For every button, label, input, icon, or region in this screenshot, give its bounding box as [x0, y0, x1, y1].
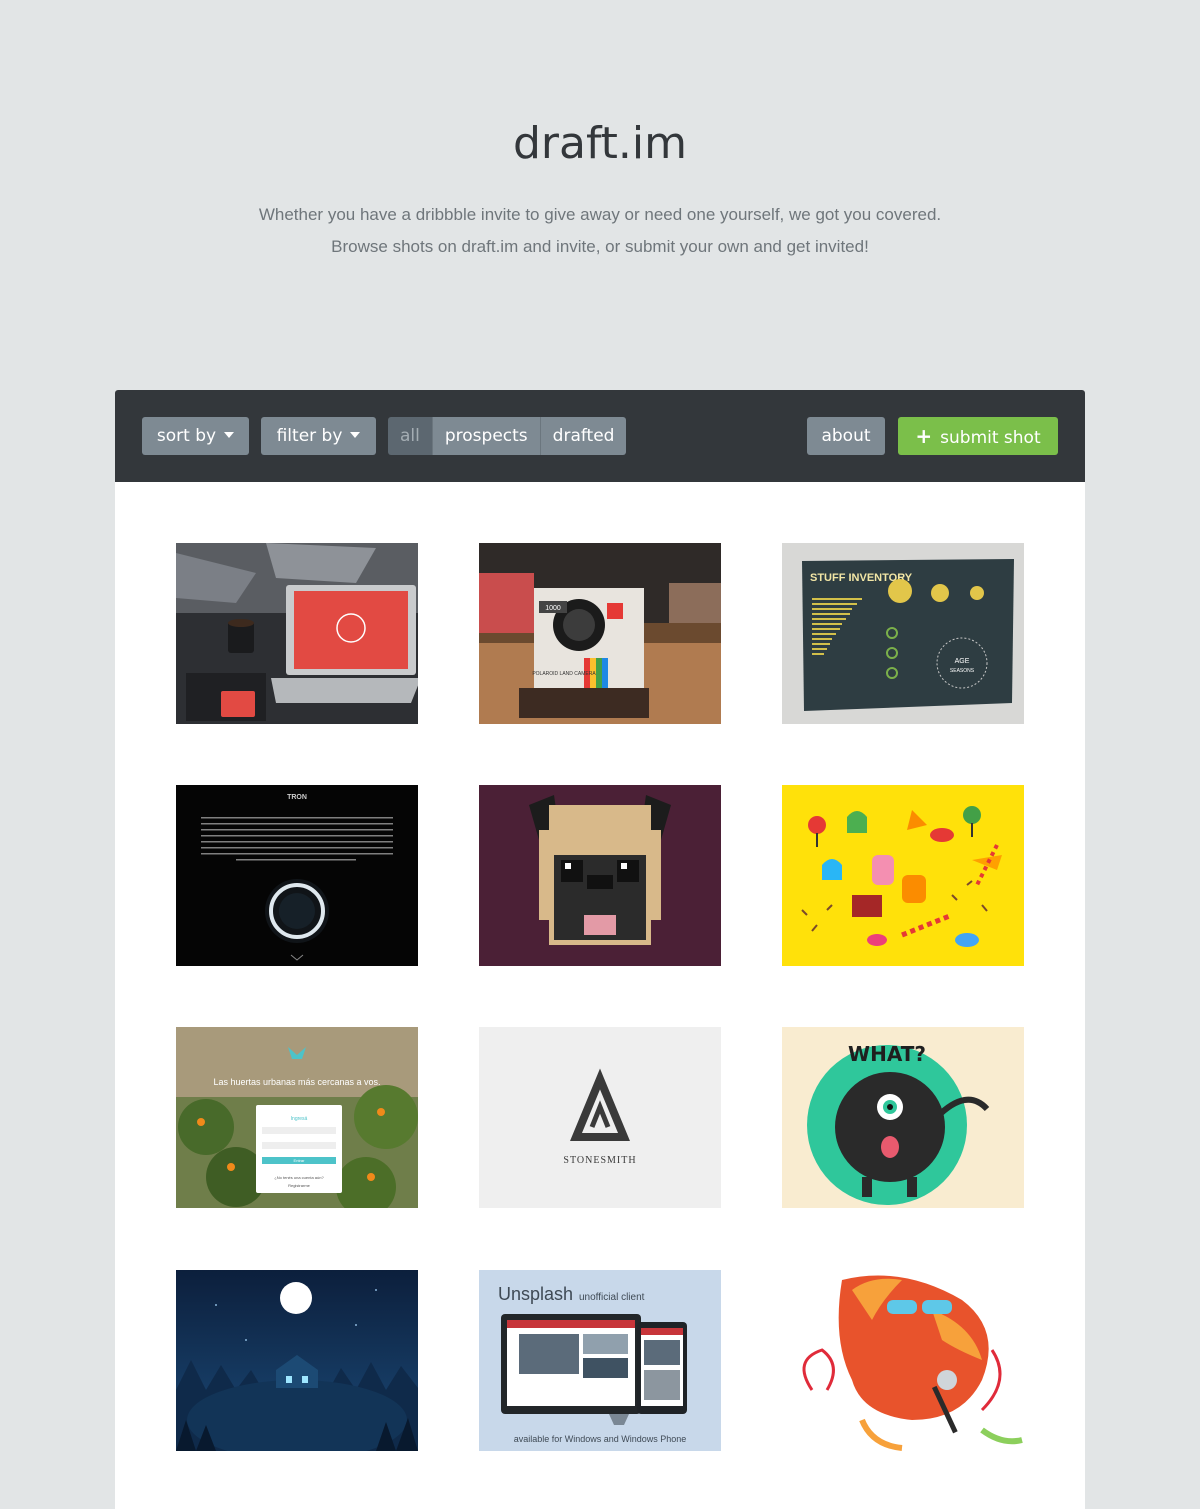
huertas-enter-button: Entrar	[294, 1158, 306, 1163]
shot-tron-image: TRON	[176, 785, 418, 966]
tagline-line-1: Whether you have a dribbble invite to gi…	[258, 205, 942, 224]
infographic-age-text: AGE	[955, 658, 970, 665]
stonesmith-wordmark: STONESMITH	[563, 1155, 636, 1166]
shot-night-image	[176, 1270, 418, 1451]
huertas-form-title: Ingresá	[291, 1116, 308, 1122]
shot-monster-image: WHAT?	[782, 1027, 1024, 1208]
sort-by-label: sort by	[156, 426, 217, 446]
shot-camera-image: 1000 POLAROID LAND CAMERA	[479, 543, 721, 724]
shot-huertas-image: Las huertas urbanas más cercanas a vos. …	[176, 1027, 418, 1208]
shot-dragon-singer[interactable]	[782, 1270, 1024, 1451]
huertas-heading: Las huertas urbanas más cercanas a vos.	[213, 1077, 380, 1087]
camera-model-text: 1000	[545, 605, 561, 612]
unsplash-subtitle: unofficial client	[579, 1292, 645, 1303]
status-segmented-control: all prospects drafted	[388, 417, 627, 455]
huertas-footer-text: ¿No tenés una cuenta aún?	[274, 1175, 324, 1180]
chevron-down-icon	[350, 431, 361, 438]
shot-laptop-image	[176, 543, 418, 724]
shot-laptop-workspace[interactable]	[176, 543, 418, 724]
about-button[interactable]: about	[807, 417, 885, 455]
unsplash-title: Unsplash	[498, 1284, 573, 1304]
segment-prospects[interactable]: prospects	[431, 417, 540, 455]
shot-pug-image	[479, 785, 721, 966]
shot-stuff-inventory[interactable]: STUFF INVENTORY AGE SEASONS	[782, 543, 1024, 724]
sort-by-dropdown[interactable]: sort by	[142, 417, 249, 455]
shot-stonesmith-image: STONESMITH	[479, 1027, 721, 1208]
segment-all[interactable]: all	[388, 417, 432, 455]
shot-infographic-image: STUFF INVENTORY AGE SEASONS	[782, 543, 1024, 724]
camera-name-text: POLAROID LAND CAMERA	[532, 671, 596, 677]
shot-pixel-pug[interactable]	[479, 785, 721, 966]
chevron-down-icon	[224, 431, 235, 438]
shot-unsplash-client[interactable]: Unsplash unofficial client available for…	[479, 1270, 721, 1451]
huertas-register-text: Registrarme	[288, 1183, 311, 1188]
tron-logo-text: TRON	[287, 794, 307, 801]
site-title: draft.im	[512, 118, 688, 169]
shot-unsplash-image: Unsplash unofficial client available for…	[479, 1270, 721, 1451]
shot-dragon-image	[782, 1270, 1024, 1451]
filter-by-label: filter by	[276, 426, 343, 446]
toolbar: sort by filter by all prospects drafted …	[115, 390, 1085, 482]
filter-by-dropdown[interactable]: filter by	[261, 417, 376, 455]
submit-shot-button[interactable]: + submit shot	[898, 417, 1058, 455]
shot-candy[interactable]	[782, 785, 1024, 966]
shot-candy-image	[782, 785, 1024, 966]
shot-night-house[interactable]	[176, 1270, 418, 1451]
unsplash-footer: available for Windows and Windows Phone	[514, 1434, 687, 1444]
shot-what-monster[interactable]: WHAT?	[782, 1027, 1024, 1208]
plus-icon: +	[915, 424, 933, 448]
infographic-seasons-text: SEASONS	[950, 668, 975, 674]
shot-stonesmith[interactable]: STONESMITH	[479, 1027, 721, 1208]
shot-huertas-urbanas[interactable]: Las huertas urbanas más cercanas a vos. …	[176, 1027, 418, 1208]
shot-tron-legacy[interactable]: TRON	[176, 785, 418, 966]
segment-drafted[interactable]: drafted	[539, 417, 627, 455]
submit-shot-label: submit shot	[940, 428, 1041, 448]
shot-polaroid-camera[interactable]: 1000 POLAROID LAND CAMERA	[479, 543, 721, 724]
tagline-line-2: Browse shots on draft.im and invite, or …	[331, 237, 869, 256]
what-text: WHAT?	[848, 1042, 926, 1066]
shots-panel: sort by filter by all prospects drafted …	[115, 390, 1085, 1509]
